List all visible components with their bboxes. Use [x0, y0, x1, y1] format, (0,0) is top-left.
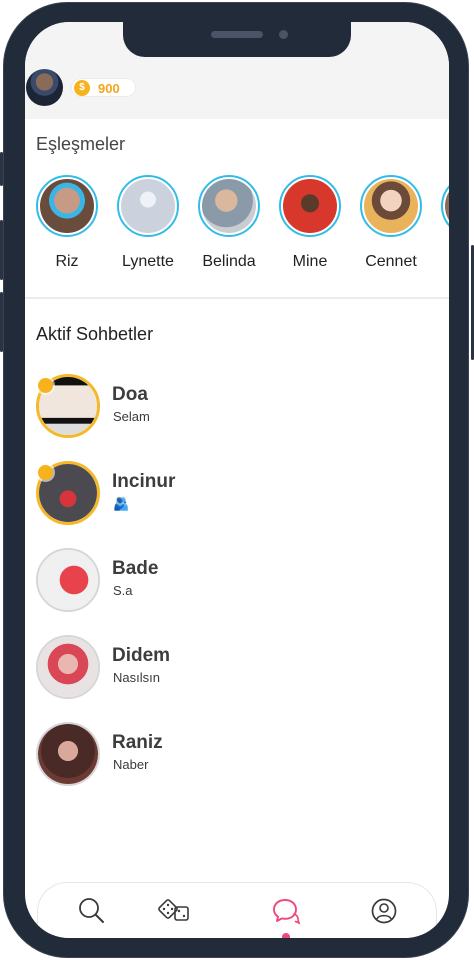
- search-icon: [79, 898, 104, 923]
- chat-avatar: [36, 722, 100, 786]
- coin-icon: $: [74, 80, 90, 96]
- chat-name: Incinur: [112, 471, 176, 492]
- volume-up-button: [0, 220, 3, 280]
- chat-row[interactable]: Didem Nasılsın: [36, 635, 436, 705]
- volume-down-button: [0, 292, 3, 352]
- silent-switch: [0, 152, 3, 186]
- match-avatar-photo: [445, 179, 449, 233]
- chat-last-message: Nasılsın: [113, 670, 160, 685]
- chat-last-message: 🫂: [113, 496, 130, 511]
- match-avatar-photo: [40, 179, 94, 233]
- active-tab-indicator: [282, 933, 290, 938]
- chat-avatar-photo: [38, 724, 98, 784]
- premium-coin-icon: [38, 378, 53, 393]
- match-avatar-ring: [36, 175, 98, 237]
- match-avatar-ring: [198, 175, 260, 237]
- chat-name: Didem: [112, 645, 171, 666]
- match-avatar-ring: [117, 175, 179, 237]
- match-avatar-ring: [279, 175, 341, 237]
- match-avatar-photo: [283, 179, 337, 233]
- chat-last-message: Selam: [113, 409, 150, 424]
- chat-avatar: [36, 635, 100, 699]
- chat-last-message: Naber: [113, 757, 149, 772]
- match-avatar-photo: [202, 179, 256, 233]
- nav-search-button[interactable]: [76, 895, 108, 927]
- active-chats-title: Aktif Sohbetler: [36, 324, 154, 344]
- chat-avatar: [36, 548, 100, 612]
- match-name: Mine: [292, 253, 328, 270]
- match-avatar-photo: [364, 179, 418, 233]
- chat-avatar-photo: [38, 637, 98, 697]
- my-avatar[interactable]: [26, 69, 63, 106]
- dice-icon: [158, 899, 189, 921]
- profile-icon: [371, 898, 397, 924]
- app-screen: $ 900 Eşleşmeler Riz Lynette Belinda Mine Ce…: [25, 22, 449, 938]
- matches-title: Eşleşmeler: [36, 134, 126, 154]
- coin-count: 900: [98, 81, 120, 96]
- chat-bubbles-icon: [273, 899, 301, 925]
- match-name: Belinda: [202, 253, 256, 270]
- match-name: Cennet: [365, 253, 417, 270]
- chat-name: Raniz: [112, 732, 163, 753]
- chat-row[interactable]: Bade S.a: [36, 548, 436, 618]
- nav-chats-button[interactable]: [270, 895, 302, 927]
- chat-row[interactable]: Incinur 🫂: [36, 461, 436, 531]
- speaker: [211, 31, 263, 38]
- match-name: E: [429, 253, 449, 271]
- premium-coin-icon: [38, 465, 53, 480]
- coin-balance[interactable]: $ 900: [71, 78, 136, 97]
- match-avatar-photo: [121, 179, 175, 233]
- match-avatar-ring: [360, 175, 422, 237]
- nav-profile-button[interactable]: [368, 895, 400, 927]
- match-avatar-ring: [441, 175, 449, 237]
- chat-avatar-photo: [38, 550, 98, 610]
- chat-row[interactable]: Raniz Naber: [36, 722, 436, 792]
- section-divider: [25, 297, 449, 299]
- chat-name: Doa: [112, 384, 148, 405]
- match-name: Lynette: [122, 253, 174, 270]
- bottom-nav: [37, 882, 437, 938]
- nav-games-button[interactable]: [157, 895, 189, 927]
- notch: [123, 22, 351, 57]
- chat-name: Bade: [112, 558, 159, 579]
- chat-last-message: S.a: [113, 583, 133, 598]
- match-name: Riz: [55, 253, 79, 270]
- front-camera: [279, 30, 288, 39]
- chat-row[interactable]: Doa Selam: [36, 374, 436, 444]
